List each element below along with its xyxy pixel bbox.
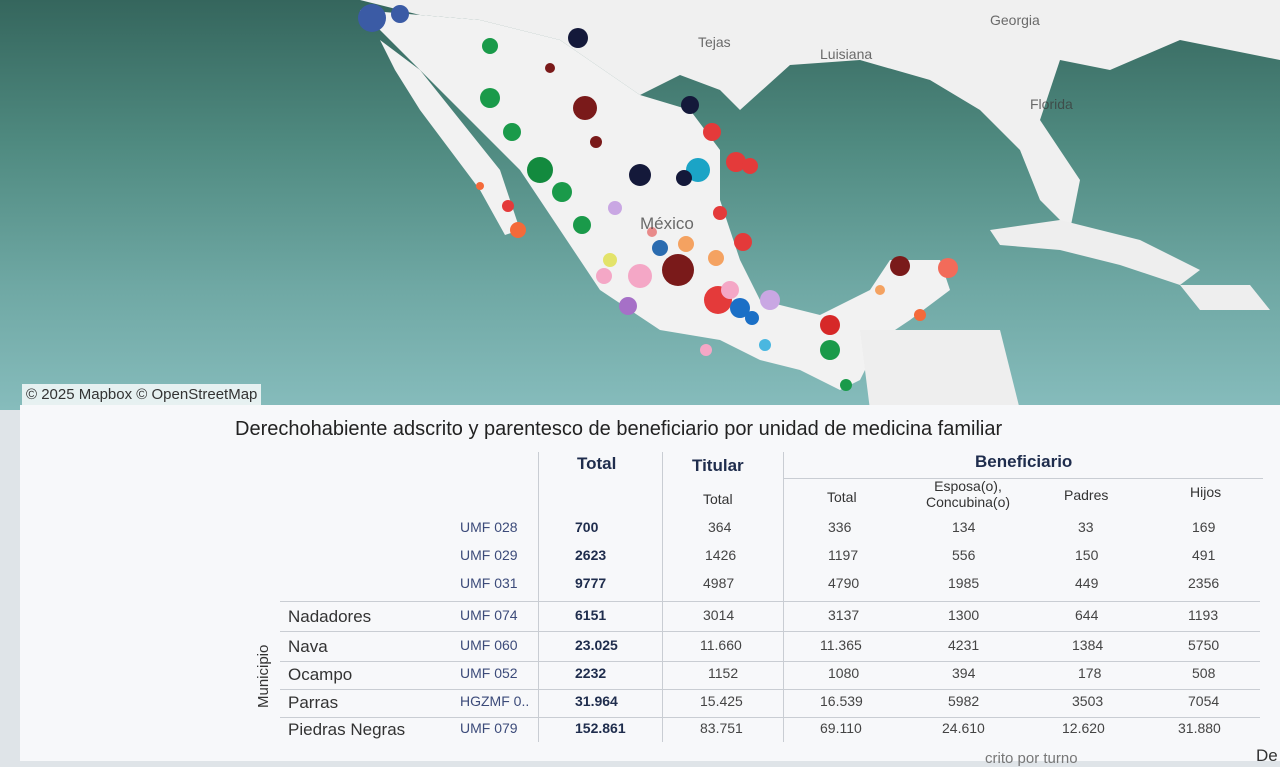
cell-esposa: 394 bbox=[952, 665, 976, 681]
map-canvas bbox=[358, 0, 1280, 410]
grid-line bbox=[783, 478, 1263, 479]
hispaniola-landmass bbox=[1180, 285, 1270, 310]
table-row[interactable]: UMF 031 9777 4987 4790 1985 449 2356 bbox=[280, 569, 1260, 597]
cell-total: 700 bbox=[575, 519, 599, 535]
cell-umf: UMF 029 bbox=[460, 547, 518, 563]
map-label-luisiana: Luisiana bbox=[820, 46, 873, 62]
cell-hijos: 169 bbox=[1192, 519, 1216, 535]
cell-municipio: Piedras Negras bbox=[288, 720, 406, 739]
subheader-titular-total: Total bbox=[703, 491, 733, 507]
cell-titular: 4987 bbox=[703, 575, 735, 591]
table-row[interactable]: Piedras Negras UMF 079 152.861 83.751 69… bbox=[280, 714, 1260, 742]
cell-benef-total: 1080 bbox=[828, 665, 860, 681]
table-row[interactable]: Ocampo UMF 052 2232 1152 1080 394 178 50… bbox=[280, 659, 1260, 687]
map-label-tejas: Tejas bbox=[698, 34, 731, 50]
cell-titular: 15.425 bbox=[700, 693, 743, 709]
table-row[interactable]: Nava UMF 060 23.025 11.660 11.365 4231 1… bbox=[280, 631, 1260, 659]
cell-titular: 1426 bbox=[705, 547, 737, 563]
cell-hijos: 508 bbox=[1192, 665, 1216, 681]
cell-umf: UMF 079 bbox=[460, 720, 518, 736]
cell-titular: 11.660 bbox=[700, 637, 742, 653]
cell-titular: 83.751 bbox=[700, 720, 743, 736]
cell-benef-total: 4790 bbox=[828, 575, 860, 591]
cell-benef-total: 336 bbox=[828, 519, 852, 535]
cell-esposa: 556 bbox=[952, 547, 976, 563]
cell-total: 9777 bbox=[575, 575, 607, 591]
subheader-padres: Padres bbox=[1064, 487, 1109, 503]
cell-total: 2623 bbox=[575, 547, 607, 563]
cell-titular: 1152 bbox=[708, 665, 739, 681]
table-row[interactable]: Nadadores UMF 074 6151 3014 3137 1300 64… bbox=[280, 601, 1260, 629]
cell-total: 23.025 bbox=[575, 637, 618, 653]
cell-hijos: 491 bbox=[1192, 547, 1216, 563]
cell-benef-total: 11.365 bbox=[820, 637, 862, 653]
header-titular: Titular bbox=[692, 456, 744, 475]
cell-padres: 3503 bbox=[1072, 693, 1104, 709]
cell-total: 6151 bbox=[575, 607, 607, 623]
header-total: Total bbox=[577, 454, 617, 473]
cuba-landmass bbox=[990, 220, 1200, 285]
map-label-georgia: Georgia bbox=[990, 12, 1040, 28]
table-title: Derechohabiente adscrito y parentesco de… bbox=[235, 418, 1003, 440]
cell-benef-total: 1197 bbox=[828, 547, 859, 563]
footer-text: crito por turno bbox=[985, 750, 1078, 767]
map-view[interactable]: Tejas Luisiana Georgia Florida México © … bbox=[0, 0, 1280, 410]
subheader-beneficiario-total: Total bbox=[827, 489, 857, 505]
cell-esposa: 134 bbox=[952, 519, 976, 535]
central-america-landmass bbox=[860, 330, 1020, 410]
cell-hijos: 5750 bbox=[1188, 637, 1220, 653]
cell-municipio: Ocampo bbox=[288, 665, 353, 684]
cell-esposa: 5982 bbox=[948, 693, 980, 709]
cell-benef-total: 69.110 bbox=[820, 720, 862, 736]
cell-total: 152.861 bbox=[575, 720, 626, 736]
cell-padres: 449 bbox=[1075, 575, 1099, 591]
cell-titular: 3014 bbox=[703, 607, 735, 623]
cell-padres: 33 bbox=[1078, 519, 1094, 535]
cell-umf: UMF 060 bbox=[460, 637, 518, 653]
cell-total: 31.964 bbox=[575, 693, 618, 709]
cell-hijos: 2356 bbox=[1188, 575, 1220, 591]
subheader-esposa: Esposa(o), Concubina(o) bbox=[925, 478, 1011, 510]
map-label-florida: Florida bbox=[1030, 96, 1073, 112]
cell-hijos: 1193 bbox=[1188, 607, 1219, 623]
cell-umf: UMF 074 bbox=[460, 607, 518, 623]
cell-hijos: 7054 bbox=[1188, 693, 1220, 709]
cell-total: 2232 bbox=[575, 665, 607, 681]
cell-padres: 1384 bbox=[1072, 637, 1104, 653]
cell-esposa: 4231 bbox=[948, 637, 980, 653]
map-label-mexico: México bbox=[640, 214, 694, 233]
cell-padres: 150 bbox=[1075, 547, 1099, 563]
cell-padres: 178 bbox=[1078, 665, 1102, 681]
cell-benef-total: 16.539 bbox=[820, 693, 863, 709]
cell-padres: 644 bbox=[1075, 607, 1099, 623]
table-row[interactable]: UMF 029 2623 1426 1197 556 150 491 bbox=[280, 541, 1260, 569]
cell-umf: UMF 052 bbox=[460, 665, 518, 681]
cell-umf: HGZMF 0.. bbox=[460, 693, 530, 709]
cell-umf: UMF 028 bbox=[460, 519, 518, 535]
cell-hijos: 31.880 bbox=[1178, 720, 1221, 736]
table-row[interactable]: UMF 028 700 364 336 134 33 169 bbox=[280, 513, 1260, 541]
cell-padres: 12.620 bbox=[1062, 720, 1105, 736]
cell-titular: 364 bbox=[708, 519, 732, 535]
cell-benef-total: 3137 bbox=[828, 607, 860, 623]
cell-esposa: 1300 bbox=[948, 607, 980, 623]
cell-municipio: Nava bbox=[288, 637, 328, 656]
subheader-hijos: Hijos bbox=[1190, 484, 1222, 500]
cell-municipio: Nadadores bbox=[288, 607, 372, 626]
map-attribution[interactable]: © 2025 Mapbox © OpenStreetMap bbox=[22, 384, 262, 405]
vertical-label-municipio: Municipio bbox=[255, 644, 272, 708]
header-beneficiario: Beneficiario bbox=[975, 452, 1073, 471]
cell-umf: UMF 031 bbox=[460, 575, 518, 591]
footer-right-text: De bbox=[1256, 746, 1278, 765]
cell-municipio: Parras bbox=[288, 693, 339, 712]
table-row[interactable]: Parras HGZMF 0.. 31.964 15.425 16.539 59… bbox=[280, 687, 1260, 715]
cell-esposa: 1985 bbox=[948, 575, 980, 591]
cell-esposa: 24.610 bbox=[942, 720, 985, 736]
